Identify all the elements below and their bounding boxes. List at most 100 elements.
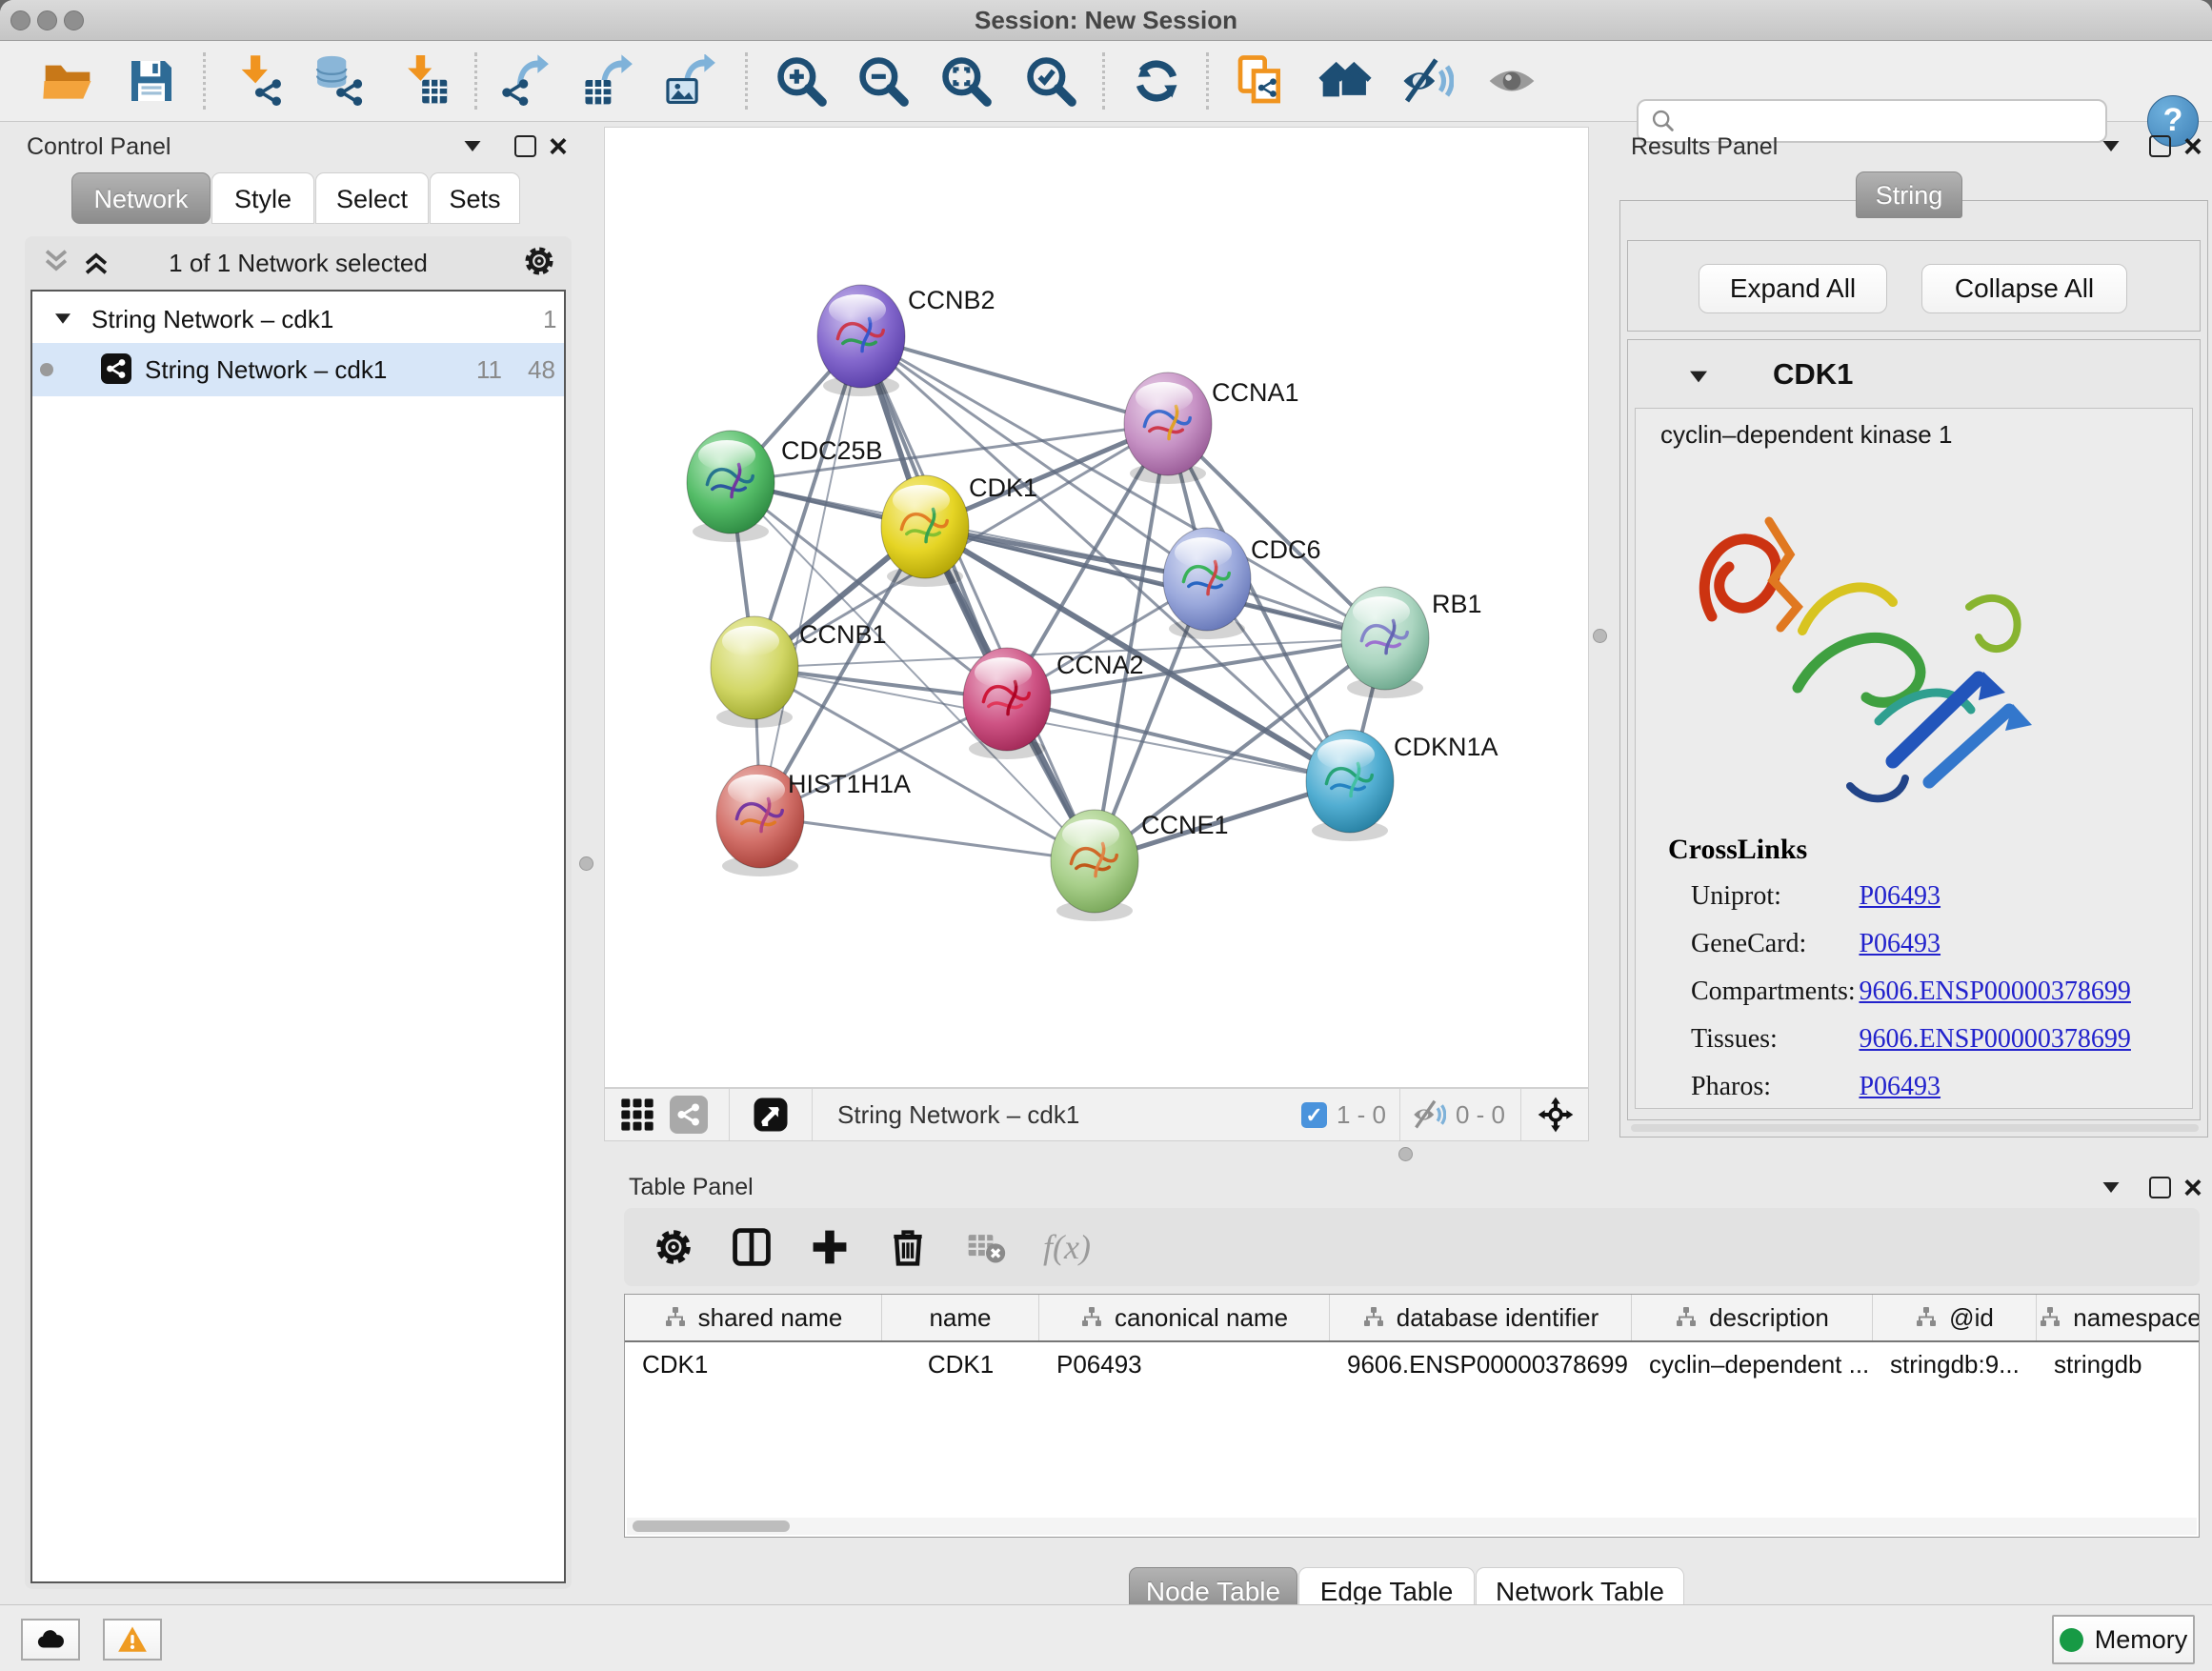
network-collection-label: String Network – cdk1 bbox=[91, 305, 333, 334]
cloud-status-button[interactable] bbox=[21, 1619, 80, 1661]
network-edge[interactable] bbox=[1007, 699, 1350, 781]
network-edge[interactable] bbox=[861, 336, 1168, 424]
network-options-gear-icon[interactable] bbox=[522, 244, 556, 278]
crosslink-value-link[interactable]: P06493 bbox=[1859, 1072, 1941, 1101]
network-node-HIST1H1A[interactable]: HIST1H1A bbox=[716, 765, 911, 876]
network-node-RB1[interactable]: RB1 bbox=[1341, 587, 1482, 698]
network-node-CDK1[interactable]: CDK1 bbox=[881, 473, 1037, 587]
hidden-items-eye-slash-icon[interactable] bbox=[1412, 1097, 1446, 1132]
add-column-icon[interactable] bbox=[809, 1226, 851, 1268]
toolbar-separator bbox=[1102, 52, 1105, 110]
column-header-3[interactable]: database identifier bbox=[1330, 1295, 1632, 1340]
open-file-icon[interactable] bbox=[41, 54, 94, 108]
function-builder-icon[interactable]: f(x) bbox=[1043, 1227, 1091, 1267]
zoom-out-icon[interactable] bbox=[856, 54, 910, 108]
tab-select[interactable]: Select bbox=[315, 172, 429, 224]
column-header-1[interactable]: name bbox=[882, 1295, 1039, 1340]
network-collection-row[interactable]: String Network – cdk1 1 bbox=[32, 295, 564, 343]
zoom-selected-icon[interactable] bbox=[1024, 54, 1077, 108]
tab-network[interactable]: Network bbox=[71, 172, 211, 224]
column-header-2[interactable]: canonical name bbox=[1039, 1295, 1330, 1340]
table-row[interactable]: CDK1CDK1P064939606.ENSP00000378699cyclin… bbox=[625, 1342, 2199, 1386]
export-image-icon[interactable] bbox=[664, 54, 717, 108]
table-cell[interactable]: P06493 bbox=[1039, 1350, 1330, 1379]
table-cell[interactable]: CDK1 bbox=[882, 1350, 1039, 1379]
collapse-all-button[interactable]: Collapse All bbox=[1921, 264, 2127, 313]
zoom-fit-icon[interactable] bbox=[939, 54, 993, 108]
column-header-4[interactable]: description bbox=[1632, 1295, 1873, 1340]
hide-selected-icon[interactable] bbox=[1400, 54, 1454, 108]
table-scrollbar-thumb[interactable] bbox=[633, 1520, 790, 1532]
table-panel-maximize-icon[interactable] bbox=[2149, 1177, 2171, 1198]
table-options-gear-icon[interactable] bbox=[653, 1226, 694, 1268]
zoom-in-icon[interactable] bbox=[774, 54, 828, 108]
show-selected-icon[interactable] bbox=[1485, 54, 1538, 108]
table-panel-close-icon[interactable]: × bbox=[2183, 1177, 2202, 1199]
show-columns-icon[interactable] bbox=[731, 1226, 773, 1268]
tab-style[interactable]: Style bbox=[211, 172, 314, 224]
vertical-splitter-handle[interactable] bbox=[579, 856, 593, 871]
horizontal-splitter-handle[interactable] bbox=[1398, 1147, 1413, 1161]
table-scrollbar[interactable] bbox=[627, 1518, 2197, 1535]
network-node-CCNB2[interactable]: CCNB2 bbox=[817, 285, 995, 396]
results-panel-float-icon[interactable] bbox=[2103, 141, 2120, 151]
pan-move-icon[interactable] bbox=[1535, 1094, 1577, 1136]
control-panel-float-icon[interactable] bbox=[465, 141, 481, 151]
export-table-icon[interactable] bbox=[581, 54, 634, 108]
column-header-6[interactable]: namespace bbox=[2037, 1295, 2200, 1340]
control-panel-close-icon[interactable]: × bbox=[549, 135, 568, 158]
delete-column-icon[interactable] bbox=[887, 1226, 929, 1268]
network-graph[interactable]: CCNB2CCNA1CDC25BCDK1CDC6RB1CCNB1CCNA2CDK… bbox=[605, 128, 1588, 1087]
table-cell[interactable]: stringdb bbox=[2037, 1350, 2200, 1379]
network-selection-status: 1 of 1 Network selected bbox=[25, 249, 572, 278]
network-node-CCNB1[interactable]: CCNB1 bbox=[711, 616, 887, 728]
results-scrollbar[interactable] bbox=[1631, 1124, 2199, 1132]
results-panel-maximize-icon[interactable] bbox=[2149, 135, 2171, 157]
network-node-CDC6[interactable]: CDC6 bbox=[1163, 528, 1321, 639]
import-table-icon[interactable] bbox=[399, 54, 452, 108]
column-label: shared name bbox=[698, 1303, 843, 1333]
save-session-icon[interactable] bbox=[125, 54, 178, 108]
node-label: CCNB2 bbox=[908, 286, 995, 314]
warnings-button[interactable] bbox=[103, 1619, 162, 1661]
refresh-icon[interactable] bbox=[1130, 54, 1183, 108]
network-row-selected[interactable]: String Network – cdk1 11 48 bbox=[32, 343, 564, 396]
export-network-icon[interactable] bbox=[497, 54, 551, 108]
network-node-CCNA2[interactable]: CCNA2 bbox=[963, 648, 1144, 759]
import-network-icon[interactable] bbox=[232, 54, 286, 108]
table-panel-float-icon[interactable] bbox=[2103, 1182, 2120, 1193]
tab-sets[interactable]: Sets bbox=[430, 172, 520, 224]
import-database-icon[interactable] bbox=[312, 54, 366, 108]
crosslink-value-link[interactable]: 9606.ENSP00000378699 bbox=[1859, 1024, 2130, 1054]
open-in-new-window-icon[interactable] bbox=[751, 1095, 791, 1135]
table-cell[interactable]: CDK1 bbox=[625, 1350, 882, 1379]
network-edge[interactable] bbox=[760, 816, 1095, 861]
birds-eye-view-icon[interactable] bbox=[618, 1096, 656, 1134]
expand-all-button[interactable]: Expand All bbox=[1699, 264, 1887, 313]
section-collapse-icon[interactable] bbox=[1690, 372, 1707, 383]
show-all-networks-icon[interactable] bbox=[1318, 54, 1372, 108]
vertical-splitter-handle-right[interactable] bbox=[1593, 629, 1607, 643]
tab-string[interactable]: String bbox=[1856, 171, 1962, 218]
table-cell[interactable]: stringdb:9... bbox=[1873, 1350, 2037, 1379]
crosslink-value-link[interactable]: P06493 bbox=[1859, 929, 1941, 958]
copy-network-icon[interactable] bbox=[1234, 54, 1287, 108]
control-panel-maximize-icon[interactable] bbox=[514, 135, 536, 157]
results-panel-close-icon[interactable]: × bbox=[2183, 135, 2202, 158]
network-edge[interactable] bbox=[760, 336, 861, 816]
netbar-separator bbox=[1399, 1089, 1400, 1140]
collection-expand-icon[interactable] bbox=[55, 313, 70, 323]
network-canvas[interactable]: CCNB2CCNA1CDC25BCDK1CDC6RB1CCNB1CCNA2CDK… bbox=[604, 127, 1589, 1088]
table-cell[interactable]: 9606.ENSP00000378699 bbox=[1330, 1350, 1632, 1379]
network-type-icon[interactable] bbox=[670, 1096, 708, 1134]
delete-table-icon[interactable] bbox=[965, 1226, 1007, 1268]
crosslink-value-link[interactable]: 9606.ENSP00000378699 bbox=[1859, 976, 2130, 1006]
table-cell[interactable]: cyclin–dependent ... bbox=[1632, 1350, 1873, 1379]
column-header-0[interactable]: shared name bbox=[625, 1295, 882, 1340]
memory-button[interactable]: Memory bbox=[2052, 1615, 2195, 1664]
selected-nodes-checkbox[interactable]: ✓ bbox=[1301, 1102, 1327, 1128]
network-view-toolbar: String Network – cdk1 ✓ 1 - 0 0 - 0 bbox=[604, 1088, 1589, 1141]
crosslink-value-link[interactable]: P06493 bbox=[1859, 881, 1941, 911]
network-node-CDKN1A[interactable]: CDKN1A bbox=[1306, 730, 1498, 841]
column-header-5[interactable]: @id bbox=[1873, 1295, 2037, 1340]
